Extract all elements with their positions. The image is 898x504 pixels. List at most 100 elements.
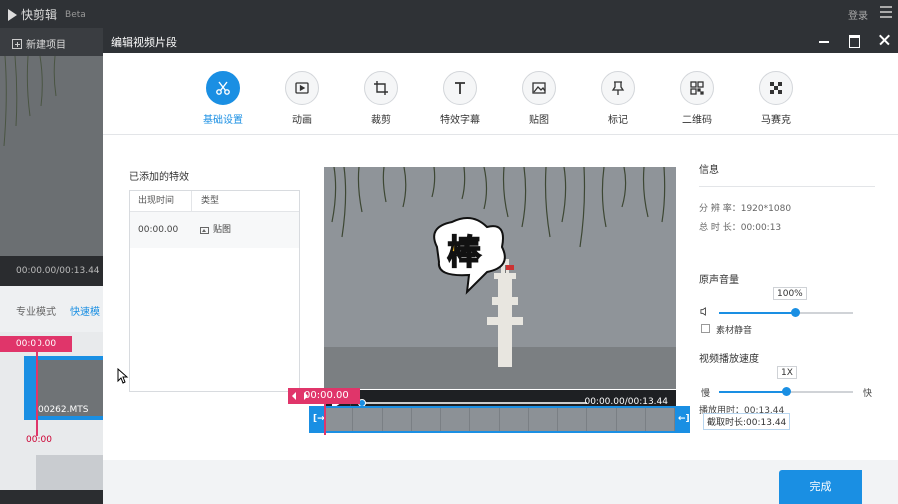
row-time: 00:00.00 [138, 225, 179, 235]
volume-value: 100% [773, 287, 807, 300]
done-button[interactable]: 完成 [779, 470, 862, 504]
app-bottom-bar [0, 490, 103, 504]
info-resolution: 分 辨 率：1920*1080 [699, 204, 792, 214]
speed-knob[interactable] [782, 387, 791, 396]
mosaic-icon [759, 71, 793, 105]
clip-playhead[interactable] [324, 401, 326, 435]
clip-duration: 截取时长:00:13.44 [703, 413, 791, 430]
tab-label: 动画 [292, 115, 312, 126]
maximize-icon[interactable] [846, 32, 862, 48]
mode-quick-tab[interactable]: 快速模 [70, 303, 100, 318]
volume-fill [719, 312, 795, 314]
dialog-titlebar: 编辑视频片段 [103, 28, 898, 53]
effects-table-header: 出现时间 类型 [130, 191, 299, 212]
mode-pro-tab[interactable]: 专业模式 [16, 303, 56, 318]
clip-frame [558, 408, 588, 431]
row-type: 贴图 [213, 224, 232, 235]
tab-crop[interactable]: 裁剪 [346, 71, 416, 126]
clip-end-handle[interactable]: ←] [678, 414, 690, 424]
crop-icon [364, 71, 398, 105]
info-title: 信息 [699, 165, 719, 176]
tab-basic-settings[interactable]: 基础设置 [188, 71, 258, 126]
info-duration: 总 时 长：00:00:13 [699, 223, 782, 233]
col-type-header: 类型 [201, 196, 220, 206]
clip-frame [587, 408, 617, 431]
tool-tabs: 基础设置 动画 裁剪 特效字幕 贴图 标记 二维码 马赛克 [103, 53, 898, 135]
dialog-content: 已添加的特效 出现时间 类型 00:00.00 贴图 棒 00:00.00/00… [103, 135, 898, 460]
mouse-cursor-icon [117, 368, 129, 384]
app-beta-label: Beta [65, 9, 86, 20]
animation-icon [285, 71, 319, 105]
video-preview[interactable]: 棒 [324, 167, 676, 389]
clip-frame [499, 408, 529, 431]
clip-frame [645, 408, 675, 431]
tab-text-effects[interactable]: 特效字幕 [425, 71, 495, 126]
video-frame-image: 棒 [324, 167, 676, 389]
app-toolbar: 新建项目 [0, 28, 103, 56]
video-progress-track[interactable] [362, 402, 587, 404]
menu-icon[interactable] [880, 6, 892, 21]
tab-animation[interactable]: 动画 [267, 71, 337, 126]
clip-frame [528, 408, 558, 431]
scissors-icon [206, 71, 240, 105]
volume-title: 原声音量 [699, 275, 739, 286]
clip-frame [353, 408, 383, 431]
right-arrow-icon[interactable] [304, 392, 356, 400]
app-preview [0, 55, 103, 256]
left-arrow-icon[interactable] [292, 392, 296, 400]
speed-fast-label: 快 [863, 389, 873, 399]
app-logo: 快剪辑 Beta [8, 6, 86, 23]
speed-fill [719, 391, 786, 393]
effects-table: 出现时间 类型 00:00.00 贴图 [129, 190, 300, 392]
volume-knob[interactable] [791, 308, 800, 317]
logo-icon [8, 8, 17, 21]
app-playhead[interactable] [36, 336, 38, 436]
tab-label: 二维码 [682, 115, 712, 126]
effects-title: 已添加的特效 [129, 172, 189, 183]
tab-label: 贴图 [529, 115, 549, 126]
close-icon[interactable] [876, 32, 892, 48]
new-project-label: 新建项目 [26, 40, 66, 51]
tab-sticker[interactable]: 贴图 [504, 71, 574, 126]
tab-label: 基础设置 [203, 115, 243, 126]
mute-checkbox[interactable] [701, 324, 710, 333]
new-project-button[interactable]: 新建项目 [12, 36, 66, 51]
image-icon [522, 71, 556, 105]
pin-icon [601, 71, 635, 105]
app-timeline-time: 00:00 [26, 435, 52, 445]
timeline-marker[interactable]: 00:00.00 [288, 388, 360, 404]
info-panel: 信息 分 辨 率：1920*1080 总 时 长：00:00:13 [699, 161, 879, 233]
preview-trees-image [3, 55, 57, 147]
app-title: 快剪辑 [21, 8, 58, 22]
clip-frame [441, 408, 471, 431]
edit-clip-dialog: 编辑视频片段 基础设置 动画 裁剪 特效字幕 贴图 标记 二维码 马赛克 已添加… [103, 28, 898, 504]
table-row[interactable]: 00:00.00 贴图 [130, 212, 299, 248]
login-link[interactable]: 登录 [848, 7, 868, 22]
tab-label: 标记 [608, 115, 628, 126]
tab-mark[interactable]: 标记 [583, 71, 653, 126]
app-clip-name: 00262.MTS [38, 405, 89, 415]
plus-icon [12, 38, 22, 49]
tab-label: 马赛克 [761, 115, 791, 126]
col-time-header: 出现时间 [130, 191, 192, 211]
text-icon [443, 71, 477, 105]
tab-qrcode[interactable]: 二维码 [662, 71, 732, 126]
clip-frame [411, 408, 441, 431]
image-icon [200, 226, 209, 234]
app-mode-switch: 专业模式 快速模 [0, 286, 103, 332]
app-preview-bar: 00:00.00/00:13.44 [0, 256, 103, 286]
app-preview-time: 00:00.00/00:13.44 [16, 266, 100, 276]
minimize-icon[interactable] [816, 32, 832, 48]
mute-label: 素材静音 [716, 326, 753, 336]
speaker-icon[interactable] [700, 307, 709, 316]
app-titlebar: 快剪辑 Beta 登录 [0, 0, 898, 28]
sticker-text: 棒 [447, 233, 482, 273]
tab-mosaic[interactable]: 马赛克 [741, 71, 811, 126]
clip-frame [616, 408, 646, 431]
clip-frame [324, 408, 354, 431]
app-track-strip [36, 455, 103, 490]
clip-frame [382, 408, 412, 431]
qrcode-icon [680, 71, 714, 105]
dialog-title: 编辑视频片段 [111, 36, 177, 49]
clip-start-handle[interactable]: [→ [313, 414, 325, 424]
